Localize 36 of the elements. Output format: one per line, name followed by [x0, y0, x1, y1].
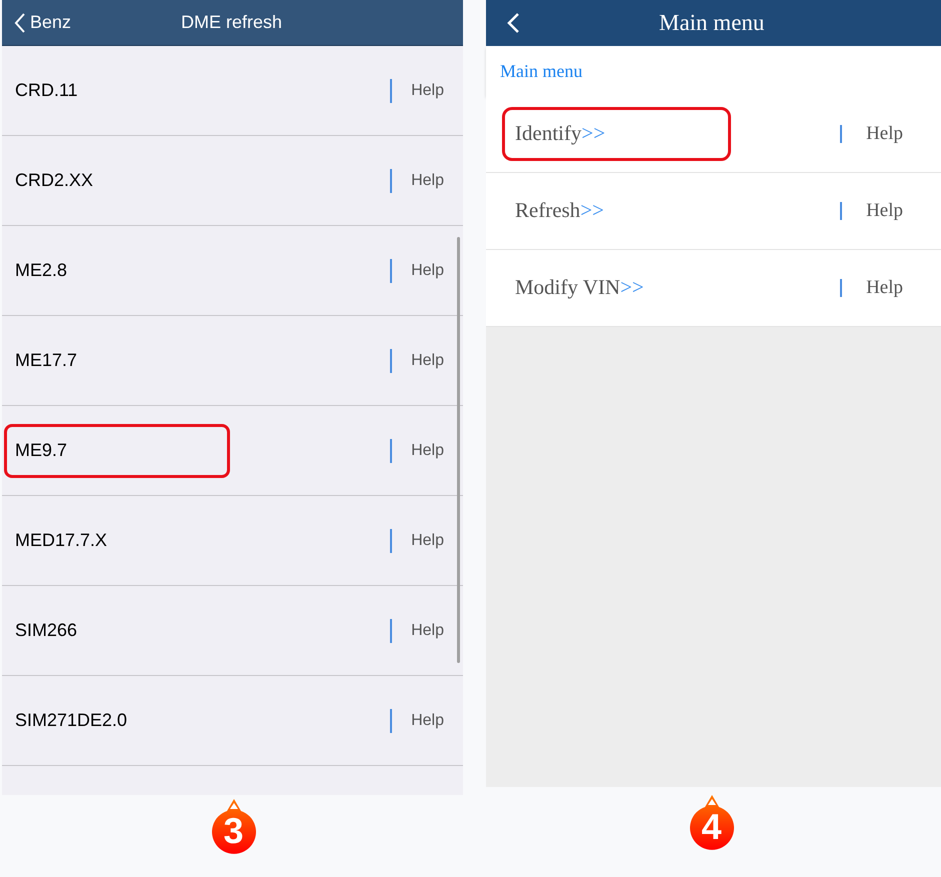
item-label: Modify VIN>> [515, 274, 644, 302]
help-link[interactable]: Help [411, 258, 444, 282]
help-link[interactable]: Help [411, 618, 444, 642]
help-link[interactable]: Help [866, 274, 903, 302]
item-label: ME2.8 [15, 259, 68, 282]
back-icon [14, 12, 26, 34]
step-badge: 3 [210, 799, 258, 857]
item-label: CRD.11 [15, 79, 78, 102]
item-label: ME9.7 [15, 439, 68, 462]
help-link[interactable]: Help [866, 120, 903, 148]
item-label: ME17.7 [15, 349, 78, 372]
help-link[interactable]: Help [411, 708, 444, 732]
list-item[interactable]: CRD.11 Help [2, 46, 463, 136]
item-label: CRD2.XX [15, 169, 94, 192]
item-label: MED17.7.X [15, 529, 108, 552]
list-item[interactable]: CRD2.XX Help [2, 136, 463, 226]
help-link[interactable]: Help [411, 438, 444, 462]
step-badge: 4 [688, 795, 736, 853]
help-link[interactable]: Help [866, 196, 903, 226]
menu-item[interactable]: Modify VIN>> Help [486, 250, 941, 327]
help-link[interactable]: Help [411, 78, 444, 102]
item-label: SIM266 [15, 619, 78, 642]
breadcrumb-link[interactable]: Main menu [500, 58, 582, 84]
item-label: Refresh>> [515, 197, 604, 224]
list-item[interactable]: SIM271DE2.0 Help [2, 676, 463, 766]
screen-title: DME refresh [181, 11, 282, 34]
back-button[interactable]: Benz [2, 9, 72, 36]
item-label: Identify>> [515, 120, 606, 148]
item-label: SIM271DE2.0 [15, 709, 128, 732]
back-icon [506, 12, 520, 34]
help-link[interactable]: Help [411, 168, 444, 192]
menu-item[interactable]: Identify>> Help [486, 96, 941, 173]
menu-item[interactable]: Refresh>> Help [486, 173, 941, 250]
help-link[interactable]: Help [411, 348, 444, 372]
screen-title: Main menu [659, 8, 764, 37]
help-link[interactable]: Help [411, 528, 444, 552]
